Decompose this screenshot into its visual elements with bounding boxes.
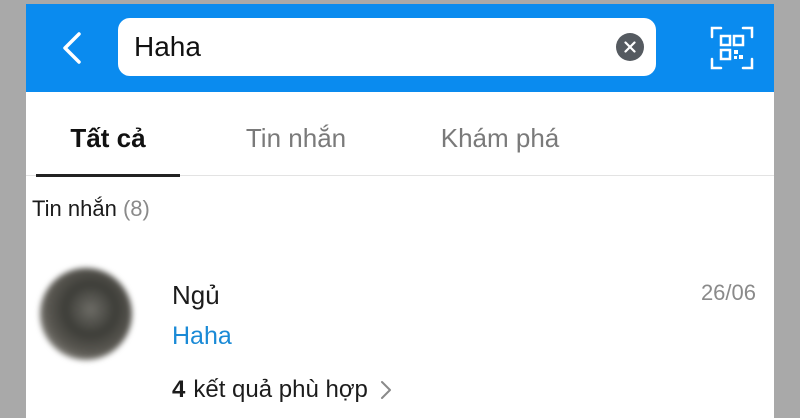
- tab-all[interactable]: Tất cả: [36, 92, 180, 176]
- search-tabs: Tất cả Tin nhắn Khám phá: [26, 92, 774, 176]
- tab-messages[interactable]: Tin nhắn: [216, 92, 376, 176]
- app-screen: Tất cả Tin nhắn Khám phá Tin nhắn (8) Ng…: [26, 4, 774, 418]
- tab-explore[interactable]: Khám phá: [412, 92, 588, 176]
- section-title: Tin nhắn (8): [32, 196, 150, 222]
- qr-code-icon: [710, 26, 754, 70]
- qr-scan-button[interactable]: [710, 26, 754, 70]
- chevron-left-icon: [63, 32, 81, 64]
- message-date: 26/06: [700, 280, 756, 305]
- message-preview: Haha: [172, 322, 232, 350]
- match-number: 4: [172, 376, 186, 403]
- conversation-name: Ngủ: [172, 280, 220, 310]
- clear-icon: [624, 41, 636, 53]
- search-input[interactable]: [134, 18, 604, 76]
- chevron-right-icon: [380, 381, 391, 399]
- message-result-item[interactable]: Ngủ 26/06 Haha 4 kết quả phù hợp: [26, 246, 774, 418]
- back-button[interactable]: [54, 30, 90, 66]
- active-tab-indicator: [36, 174, 180, 177]
- match-text: kết quả phù hợp: [193, 376, 368, 403]
- search-box[interactable]: [118, 18, 656, 76]
- clear-search-button[interactable]: [616, 33, 644, 61]
- search-header: [26, 4, 774, 92]
- section-label: Tin nhắn: [32, 196, 117, 221]
- match-count-link[interactable]: 4 kết quả phù hợp: [172, 376, 392, 404]
- avatar: [40, 268, 132, 360]
- section-count: (8): [122, 196, 150, 221]
